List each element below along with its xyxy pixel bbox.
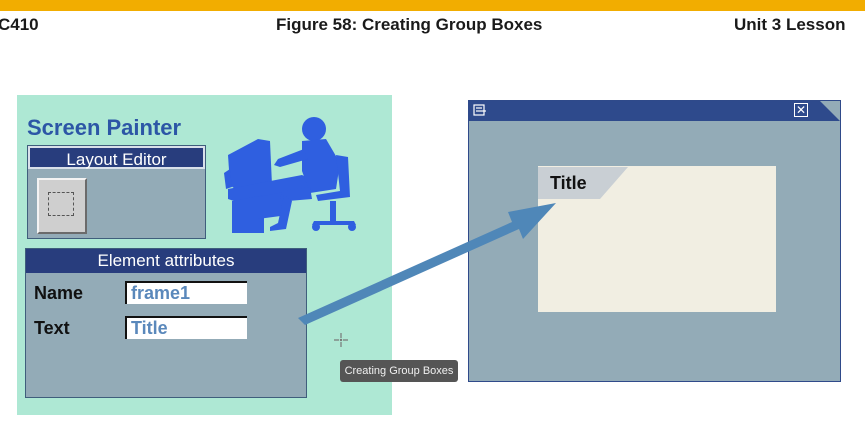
mouse-cursor-icon (334, 333, 348, 347)
pointer-arrow (298, 203, 556, 325)
tooltip: Creating Group Boxes (340, 360, 458, 382)
